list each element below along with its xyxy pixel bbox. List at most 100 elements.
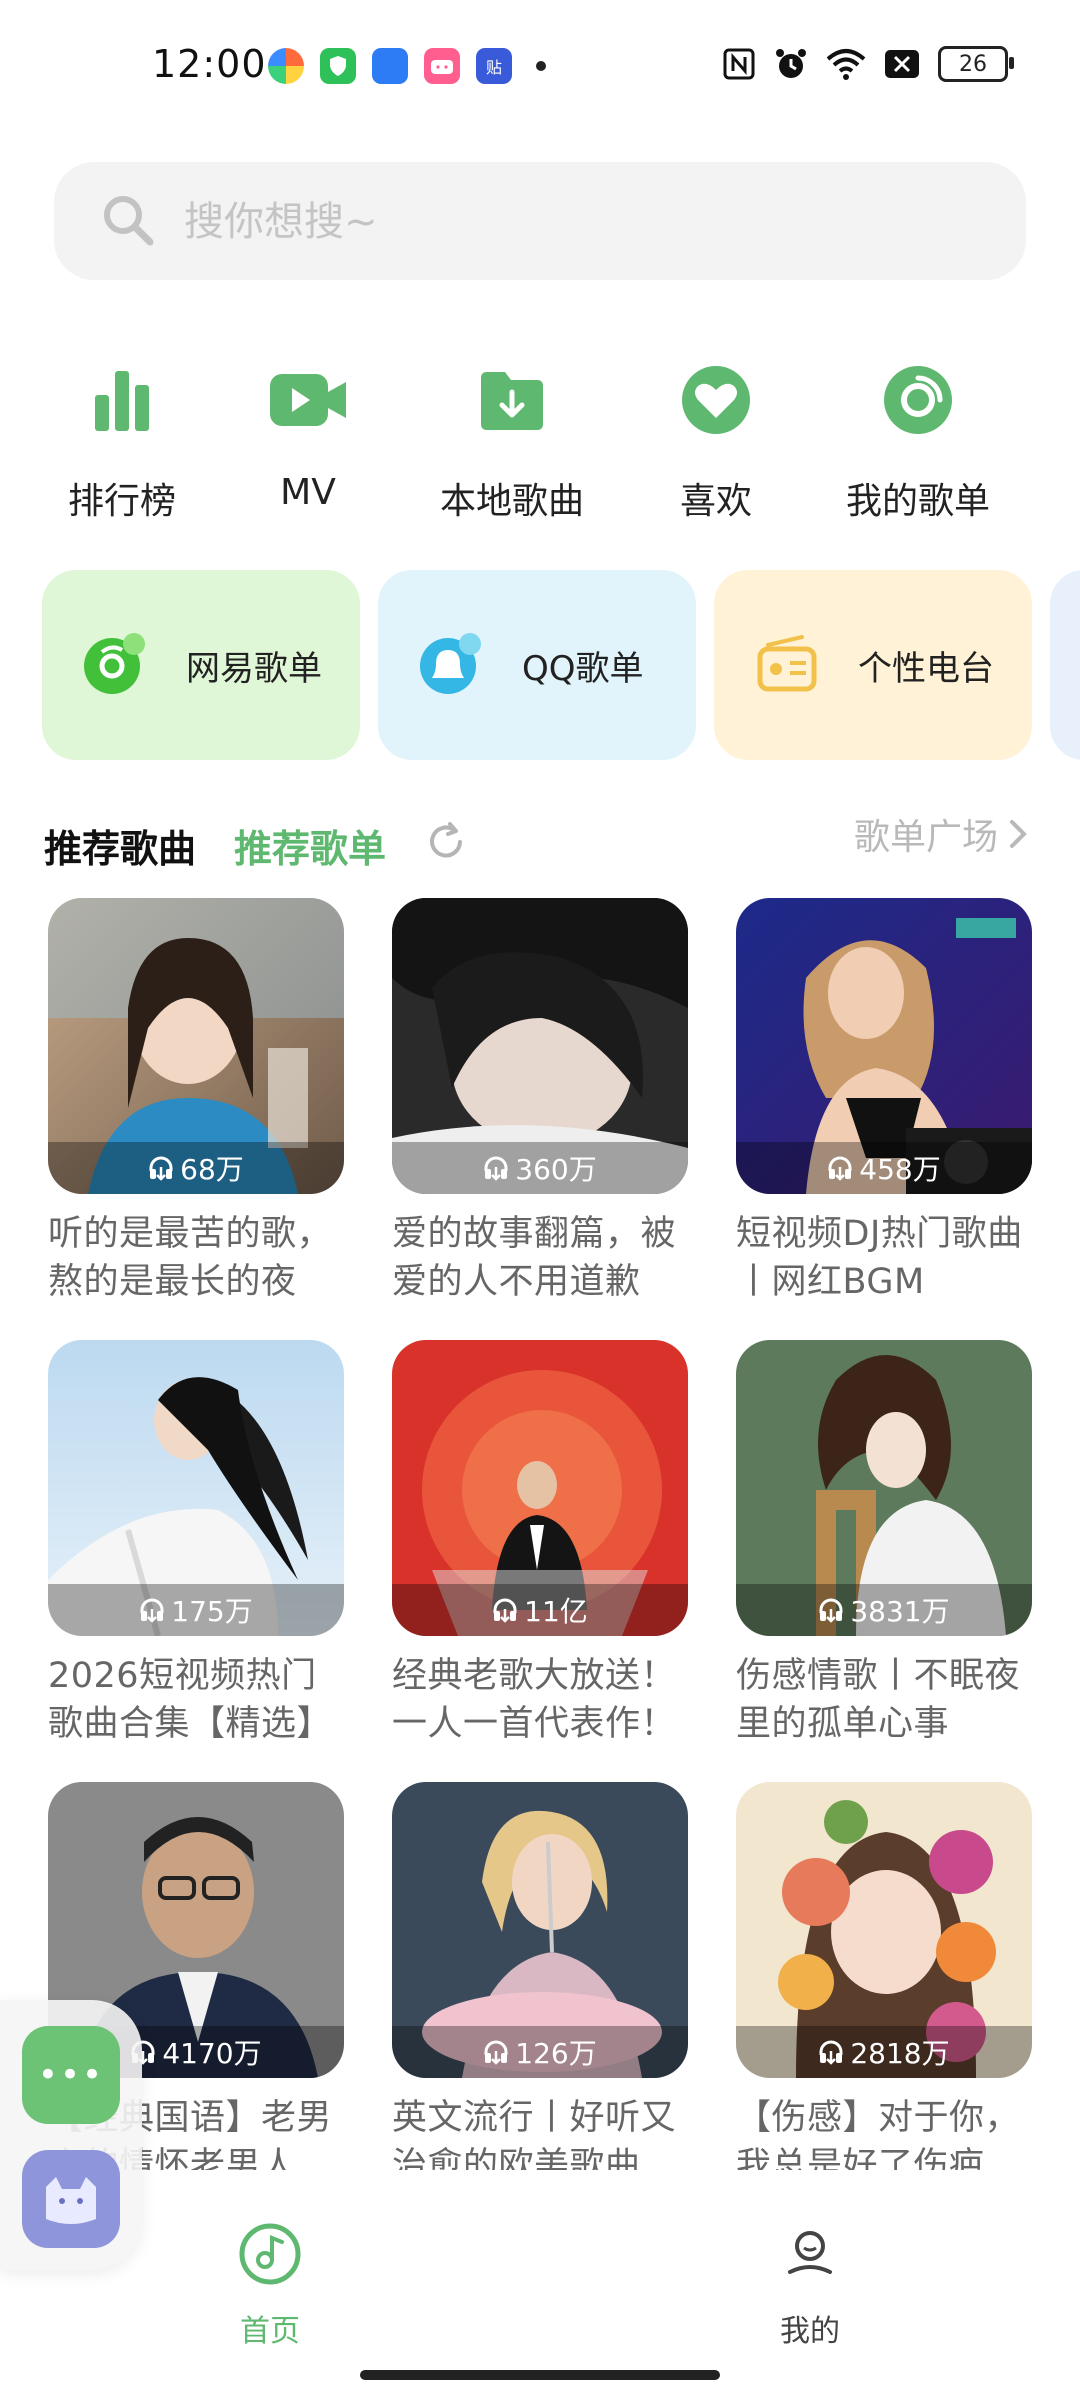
playlist-title: 2026短视频热门歌曲合集【精选】	[48, 1656, 333, 1744]
playlist-title: 短视频DJ热门歌曲丨网红BGM	[736, 1214, 1023, 1302]
playlist-title: 伤感情歌丨不眠夜里的孤单心事	[736, 1656, 1021, 1744]
quick-nav-mv[interactable]: MV	[208, 350, 408, 513]
heart-icon	[666, 350, 766, 450]
search-input[interactable]	[182, 190, 966, 254]
status-bar: 12:00 贴 26	[0, 0, 1080, 130]
chart-icon	[72, 350, 172, 450]
nav-home-label: 首页	[240, 2314, 300, 2349]
card-label: 网易歌单	[186, 648, 322, 689]
playlist-plaza-label: 歌单广场	[853, 817, 998, 858]
chat-bubble-icon[interactable]: •••	[22, 2026, 120, 2124]
playlist-card[interactable]: 68万 听的是最苦的歌，熬的是最长的夜	[48, 898, 344, 1306]
headphones-icon	[484, 1156, 508, 1181]
play-count-value: 2818万	[850, 2037, 950, 2070]
playlist-plaza-link[interactable]: 歌单广场	[854, 808, 1028, 860]
chevron-right-icon	[1010, 820, 1027, 848]
tieba-icon: 贴	[476, 48, 512, 84]
x-icon	[885, 50, 919, 78]
play-count-value: 458万	[859, 1153, 941, 1186]
tab-recommended-playlists[interactable]: 推荐歌单	[234, 818, 386, 873]
playlist-card[interactable]: 458万 短视频DJ热门歌曲丨网红BGM	[736, 898, 1032, 1306]
netease-icon	[80, 630, 150, 700]
playlist-card[interactable]: 3831万 伤感情歌丨不眠夜里的孤单心事	[736, 1340, 1032, 1748]
status-system-icons: 26	[722, 46, 1014, 82]
play-count-value: 126万	[515, 2037, 597, 2070]
headphones-icon	[493, 1598, 517, 1623]
playlist-cover: 360万	[392, 898, 688, 1194]
quick-nav-label: 喜欢	[679, 481, 752, 522]
play-count-value: 68万	[180, 1153, 244, 1186]
card-qq-playlists[interactable]: QQ歌单	[378, 570, 696, 760]
alarm-icon	[776, 49, 806, 78]
home-indicator[interactable]	[360, 2370, 720, 2380]
playlist-cover: 3831万	[736, 1340, 1032, 1636]
playlist-card[interactable]: 175万 2026短视频热门歌曲合集【精选】	[48, 1340, 344, 1748]
bottom-nav-bar	[0, 2170, 1080, 2400]
tab-recommended-songs[interactable]: 推荐歌曲	[44, 818, 196, 873]
play-count: 11亿	[392, 1584, 688, 1636]
play-count-value: 4170万	[162, 2037, 262, 2070]
quick-nav-label: 排行榜	[67, 481, 176, 522]
status-time: 12:00	[152, 42, 267, 86]
playlist-title: 经典老歌大放送！一人一首代表作！	[392, 1656, 677, 1744]
folder-download-icon	[462, 350, 562, 450]
headphones-icon	[484, 2040, 508, 2065]
cat-app-icon[interactable]	[22, 2150, 120, 2248]
quick-nav-favorites[interactable]: 喜欢	[616, 350, 816, 524]
playlist-cover: 458万	[736, 898, 1032, 1194]
play-count-value: 3831万	[850, 1595, 950, 1628]
search-bar[interactable]	[54, 162, 1026, 280]
quick-nav-my-playlists[interactable]: 我的歌单	[818, 350, 1018, 524]
playlist-card[interactable]: 2818万 【伤感】对于你，我总是好了伤疤	[736, 1782, 1032, 2190]
quick-nav-ranking[interactable]: 排行榜	[22, 350, 222, 524]
playlist-card[interactable]: 360万 爱的故事翻篇，被爱的人不用道歉	[392, 898, 688, 1306]
video-icon	[258, 350, 358, 450]
quick-nav: 排行榜 MV 本地歌曲 喜欢 我的歌单	[0, 350, 1080, 540]
nav-mine[interactable]: 我的	[710, 2222, 910, 2350]
quick-nav-label: MV	[280, 472, 336, 513]
nfc-icon	[723, 48, 755, 80]
card-label: 个性电台	[858, 648, 994, 689]
wifi-icon	[826, 49, 866, 80]
headphones-icon	[819, 2040, 843, 2065]
play-count-value: 11亿	[524, 1595, 588, 1628]
shield-icon	[320, 48, 356, 84]
refresh-icon[interactable]	[424, 820, 468, 864]
headphones-icon	[149, 1156, 173, 1181]
play-count-value: 175万	[171, 1595, 253, 1628]
section-header: 推荐歌曲 推荐歌单 歌单广场	[0, 800, 1080, 880]
playlist-cover: 2818万	[736, 1782, 1032, 2078]
status-app-icons: 贴	[268, 48, 546, 84]
home-music-icon	[239, 2223, 301, 2285]
qq-icon	[416, 630, 486, 700]
playlist-cover: 175万	[48, 1340, 344, 1636]
quick-nav-label: 本地歌曲	[439, 481, 584, 522]
quick-nav-label: 我的歌单	[845, 481, 990, 522]
play-count: 68万	[48, 1142, 344, 1194]
card-netease-playlists[interactable]: 网易歌单	[42, 570, 360, 760]
playlist-title: 听的是最苦的歌，熬的是最长的夜	[48, 1214, 333, 1302]
bilibili-icon	[424, 48, 460, 84]
playlist-cover: 126万	[392, 1782, 688, 2078]
quick-nav-local-songs[interactable]: 本地歌曲	[412, 350, 612, 524]
speed-icon	[268, 48, 304, 84]
play-count: 3831万	[736, 1584, 1032, 1636]
battery-indicator: 26	[938, 46, 1014, 82]
card-personal-radio[interactable]: 个性电台	[714, 570, 1032, 760]
playlist-cover: 68万	[48, 898, 344, 1194]
nav-home[interactable]: 首页	[170, 2222, 370, 2350]
play-count: 175万	[48, 1584, 344, 1636]
playlist-title: 爱的故事翻篇，被爱的人不用道歉	[392, 1214, 677, 1302]
card-next-partial[interactable]	[1050, 570, 1080, 760]
play-count: 126万	[392, 2026, 688, 2078]
playlist-card[interactable]: 11亿 经典老歌大放送！一人一首代表作！	[392, 1340, 688, 1748]
radio-icon	[752, 630, 822, 700]
headphones-icon	[828, 1156, 852, 1181]
play-count: 360万	[392, 1142, 688, 1194]
playlist-cover: 11亿	[392, 1340, 688, 1636]
source-cards: 网易歌单 QQ歌单 个性电台	[0, 570, 1080, 760]
headphones-icon	[819, 1598, 843, 1623]
nav-mine-label: 我的	[780, 2314, 840, 2349]
playlist-card[interactable]: 126万 英文流行丨好听又治愈的欧美歌曲	[392, 1782, 688, 2190]
headphones-icon	[140, 1598, 164, 1623]
